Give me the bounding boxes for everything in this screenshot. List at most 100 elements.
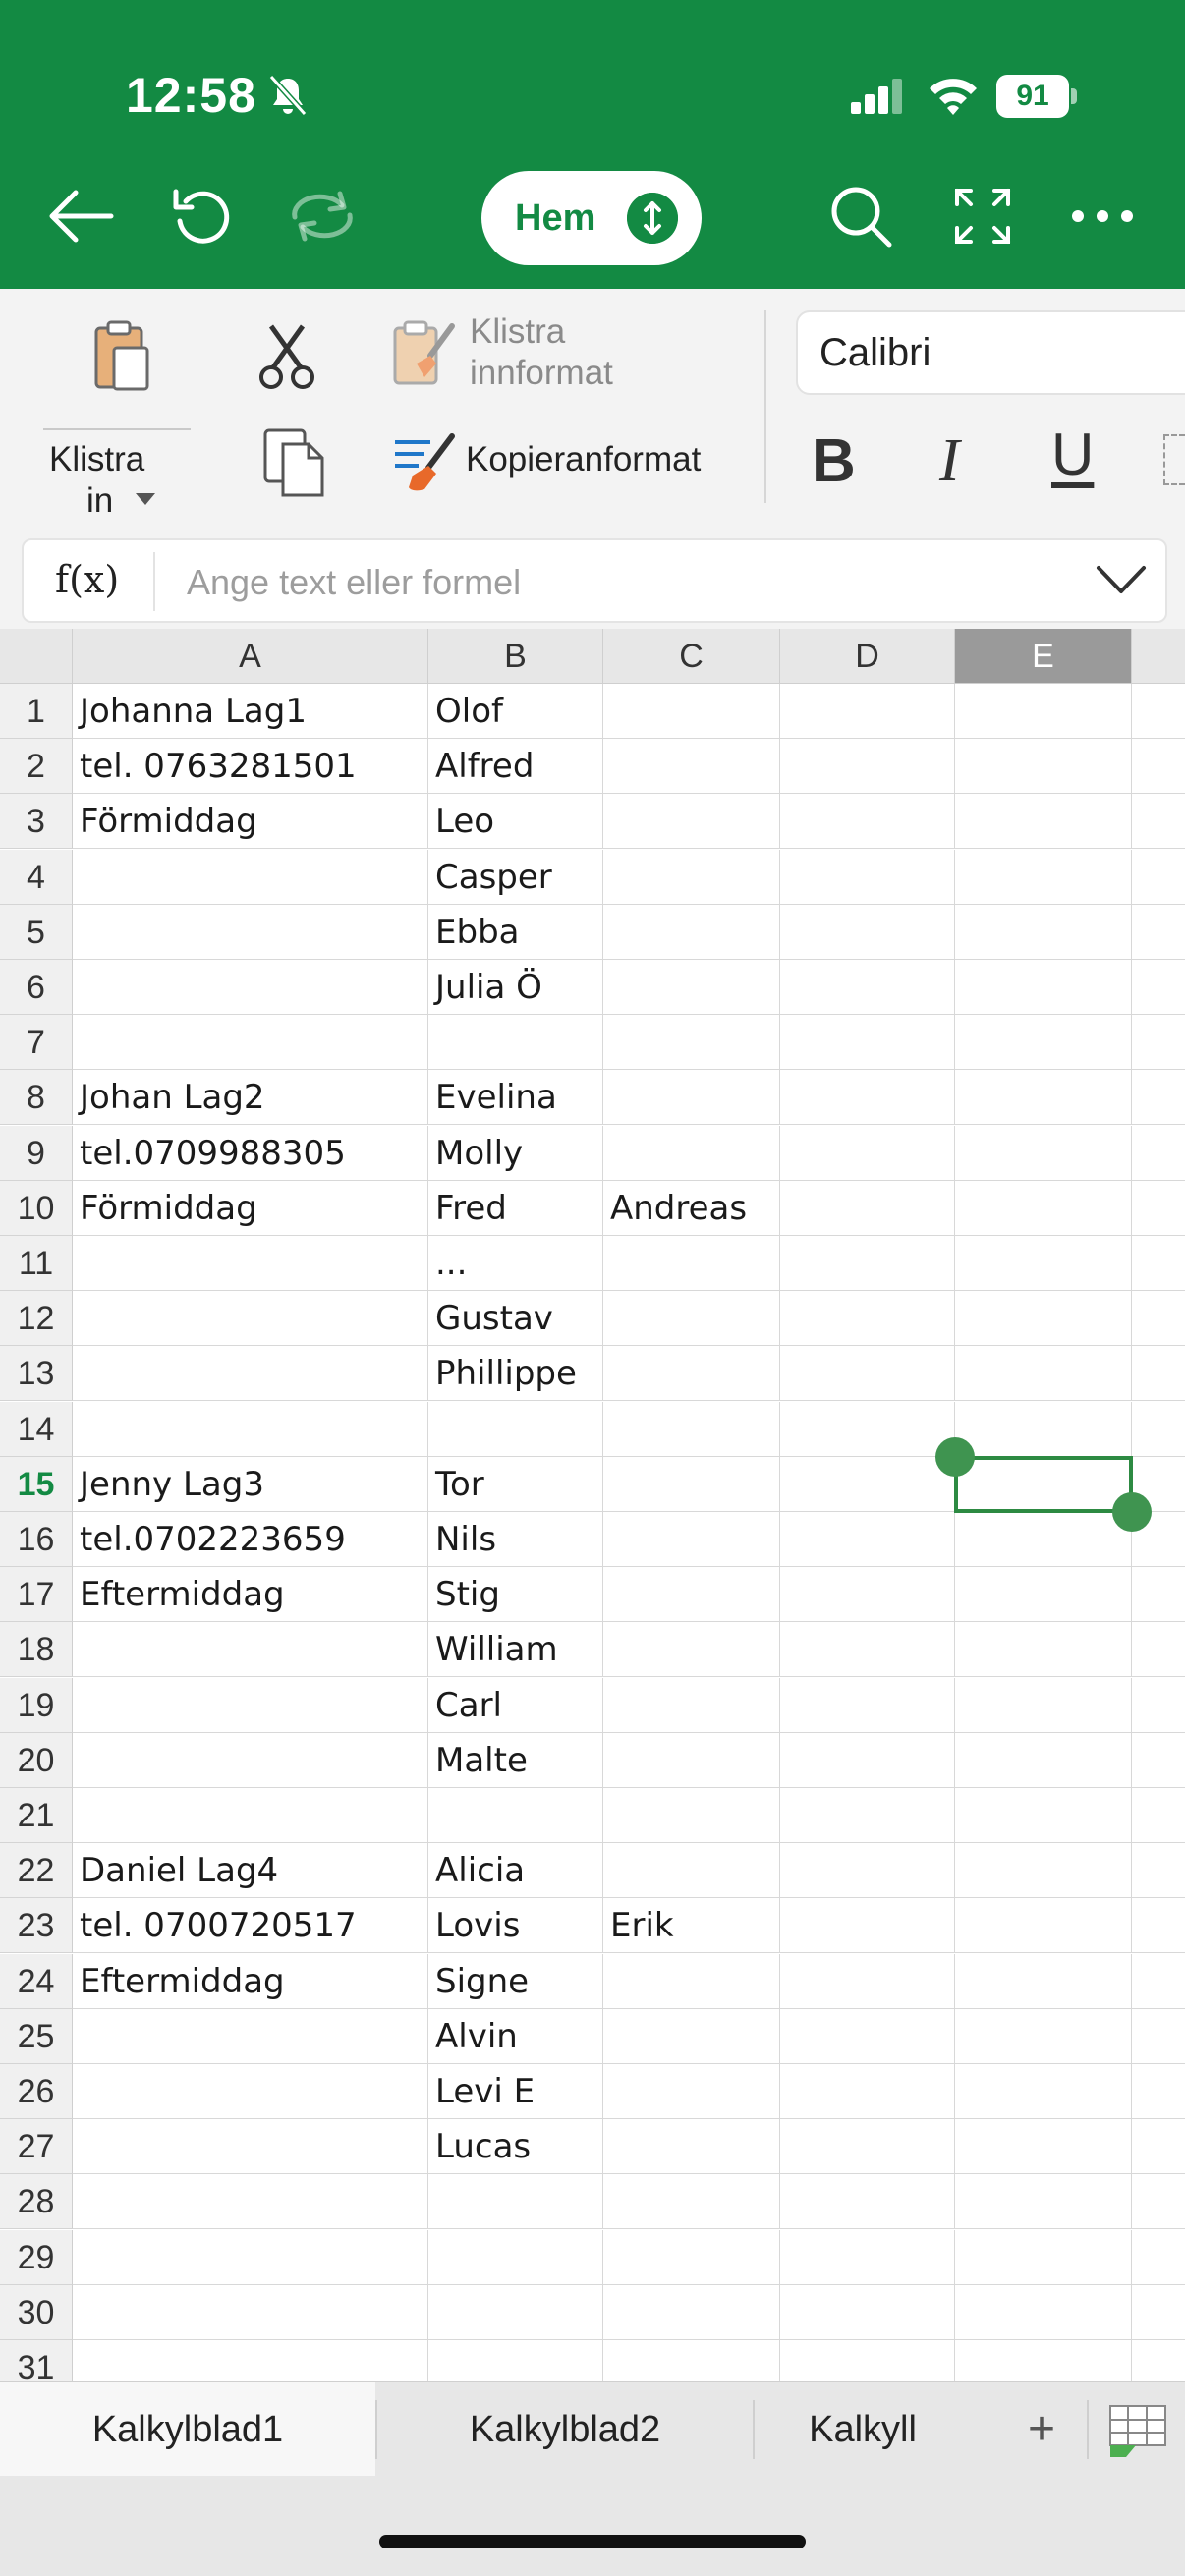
row-header[interactable]: 19 xyxy=(0,1677,73,1733)
cell-f12[interactable] xyxy=(1132,1291,1185,1347)
cell-a24[interactable]: Eftermiddag xyxy=(73,1953,428,2009)
cell-e20[interactable] xyxy=(955,1732,1132,1788)
cell-a15[interactable]: Jenny Lag3 xyxy=(73,1456,428,1512)
cell-a21[interactable] xyxy=(73,1788,428,1843)
cell-d11[interactable] xyxy=(780,1236,955,1291)
row-header[interactable]: 3 xyxy=(0,794,73,850)
cell-d8[interactable] xyxy=(780,1070,955,1126)
cell-b11[interactable]: ... xyxy=(428,1236,603,1291)
cell-f18[interactable] xyxy=(1132,1622,1185,1678)
row-header[interactable]: 1 xyxy=(0,684,73,739)
row-header[interactable]: 30 xyxy=(0,2284,73,2340)
cell-a13[interactable] xyxy=(73,1346,428,1402)
cell-c17[interactable] xyxy=(603,1567,780,1623)
row-header[interactable]: 23 xyxy=(0,1898,73,1954)
cell-b14[interactable] xyxy=(428,1401,603,1457)
cell-c12[interactable] xyxy=(603,1291,780,1347)
cell-b7[interactable] xyxy=(428,1015,603,1071)
formula-bar[interactable]: f(x) Ange text eller formel xyxy=(22,538,1167,623)
cell-e13[interactable] xyxy=(955,1346,1132,1402)
cell-c19[interactable] xyxy=(603,1677,780,1733)
cell-d2[interactable] xyxy=(780,739,955,795)
cell-e10[interactable] xyxy=(955,1180,1132,1236)
cell-b10[interactable]: Fred xyxy=(428,1180,603,1236)
cell-f21[interactable] xyxy=(1132,1788,1185,1843)
cell-b13[interactable]: Phillippe xyxy=(428,1346,603,1402)
column-header-e[interactable]: E xyxy=(955,629,1132,684)
row-header[interactable]: 28 xyxy=(0,2174,73,2230)
cell-a25[interactable] xyxy=(73,2008,428,2064)
cell-f4[interactable] xyxy=(1132,850,1185,905)
cell-e8[interactable] xyxy=(955,1070,1132,1126)
sheet-list-icon[interactable] xyxy=(1106,2398,1169,2461)
cell-d23[interactable] xyxy=(780,1898,955,1954)
cell-c21[interactable] xyxy=(603,1788,780,1843)
cell-f26[interactable] xyxy=(1132,2064,1185,2119)
cell-c23[interactable]: Erik xyxy=(603,1898,780,1954)
cell-f2[interactable] xyxy=(1132,739,1185,795)
row-header[interactable]: 24 xyxy=(0,1953,73,2009)
cell-e17[interactable] xyxy=(955,1567,1132,1623)
sheet-tab-3[interactable]: Kalkyll xyxy=(755,2382,971,2477)
cell-a27[interactable] xyxy=(73,2119,428,2175)
cell-b29[interactable] xyxy=(428,2229,603,2285)
cell-f29[interactable] xyxy=(1132,2230,1185,2285)
cell-f7[interactable] xyxy=(1132,1015,1185,1071)
cell-f24[interactable] xyxy=(1132,1954,1185,2009)
row-header[interactable]: 18 xyxy=(0,1622,73,1678)
cell-c4[interactable] xyxy=(603,849,780,905)
cell-e31[interactable] xyxy=(955,2340,1132,2381)
row-header[interactable]: 2 xyxy=(0,739,73,795)
cell-c13[interactable] xyxy=(603,1346,780,1402)
cell-b30[interactable] xyxy=(428,2284,603,2340)
row-header[interactable]: 31 xyxy=(0,2340,73,2381)
cell-f30[interactable] xyxy=(1132,2285,1185,2340)
row-header[interactable]: 27 xyxy=(0,2119,73,2175)
cell-e22[interactable] xyxy=(955,1843,1132,1899)
cell-c16[interactable] xyxy=(603,1512,780,1567)
cell-b18[interactable]: William xyxy=(428,1622,603,1678)
cell-a29[interactable] xyxy=(73,2229,428,2285)
bold-button[interactable]: B xyxy=(812,426,871,495)
row-header[interactable]: 11 xyxy=(0,1236,73,1291)
column-header-extra[interactable] xyxy=(1132,629,1185,684)
function-icon[interactable]: f(x) xyxy=(55,558,119,601)
cut-button[interactable] xyxy=(257,322,340,397)
undo-button[interactable] xyxy=(163,177,242,255)
cell-c22[interactable] xyxy=(603,1843,780,1899)
cell-d3[interactable] xyxy=(780,794,955,850)
cell-e30[interactable] xyxy=(955,2284,1132,2340)
cell-c15[interactable] xyxy=(603,1456,780,1512)
row-header[interactable]: 16 xyxy=(0,1512,73,1567)
cell-c24[interactable] xyxy=(603,1953,780,2009)
cell-d5[interactable] xyxy=(780,904,955,960)
cell-f31[interactable] xyxy=(1132,2340,1185,2381)
cell-a26[interactable] xyxy=(73,2064,428,2119)
cell-a3[interactable]: Förmiddag xyxy=(73,794,428,850)
cell-f3[interactable] xyxy=(1132,794,1185,850)
cell-a18[interactable] xyxy=(73,1622,428,1678)
redo-button[interactable] xyxy=(283,177,362,255)
cell-b6[interactable]: Julia Ö xyxy=(428,960,603,1015)
cell-d17[interactable] xyxy=(780,1567,955,1623)
ribbon-mode-selector[interactable]: Hem xyxy=(481,171,702,265)
row-header[interactable]: 12 xyxy=(0,1291,73,1347)
cell-a2[interactable]: tel. 0763281501 xyxy=(73,739,428,795)
row-header[interactable]: 29 xyxy=(0,2229,73,2285)
spreadsheet-grid[interactable]: A B C D E 1 Johanna Lag1 Olof 2 tel. 0763281501 Al… xyxy=(0,629,1185,2381)
borders-button[interactable] xyxy=(1163,434,1185,485)
cell-c9[interactable] xyxy=(603,1125,780,1181)
cell-f9[interactable] xyxy=(1132,1126,1185,1181)
cell-f11[interactable] xyxy=(1132,1236,1185,1291)
cell-c6[interactable] xyxy=(603,960,780,1015)
cell-b8[interactable]: Evelina xyxy=(428,1070,603,1126)
cell-d24[interactable] xyxy=(780,1953,955,2009)
cell-c30[interactable] xyxy=(603,2284,780,2340)
cell-c25[interactable] xyxy=(603,2008,780,2064)
column-header-d[interactable]: D xyxy=(780,629,955,684)
row-header[interactable]: 25 xyxy=(0,2008,73,2064)
row-header[interactable]: 17 xyxy=(0,1567,73,1623)
cell-a30[interactable] xyxy=(73,2284,428,2340)
sheet-tab-2[interactable]: Kalkylblad2 xyxy=(377,2382,753,2477)
cell-d4[interactable] xyxy=(780,849,955,905)
